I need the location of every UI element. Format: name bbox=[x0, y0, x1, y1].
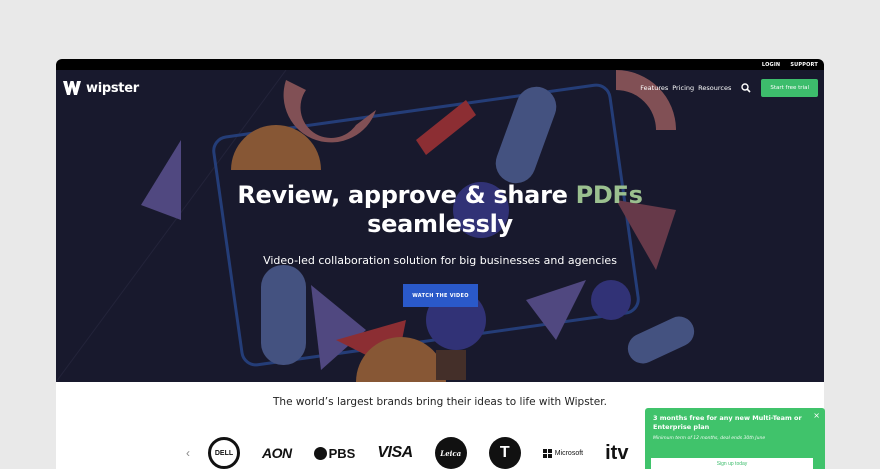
dell-logo: DELL bbox=[208, 437, 240, 469]
brand-name: wipster bbox=[86, 80, 139, 96]
pbs-logo: PBS bbox=[313, 445, 356, 461]
chevron-left-icon[interactable]: ‹ bbox=[186, 446, 190, 460]
t-logo: T bbox=[488, 437, 521, 469]
promo-note: Minimum term of 12 months, deal ends 30t… bbox=[653, 436, 766, 441]
headline-accent: PDFs bbox=[575, 181, 643, 209]
pbs-head-icon bbox=[313, 446, 327, 460]
headline-text: Review, approve & share bbox=[237, 181, 576, 209]
start-free-trial-button[interactable]: Start free trial bbox=[761, 79, 818, 97]
leica-logo: Leica bbox=[434, 437, 467, 469]
nav-link-pricing[interactable]: Pricing bbox=[672, 84, 694, 92]
sign-up-button[interactable]: Sign up today bbox=[651, 458, 813, 469]
visa-logo: VISA bbox=[377, 444, 413, 461]
brand-logo-carousel: ‹ DELL AON PBS VISA Leica T Microsoft it… bbox=[186, 435, 628, 469]
login-link[interactable]: LOGIN bbox=[762, 62, 780, 68]
utility-bar: LOGIN SUPPORT bbox=[56, 59, 824, 70]
brands-heading: The world’s largest brands bring their i… bbox=[273, 396, 607, 408]
hero-subheadline: Video-led collaboration solution for big… bbox=[263, 254, 617, 267]
microsoft-grid-icon bbox=[542, 448, 552, 458]
promo-popup: × 3 months free for any new Multi-Team o… bbox=[645, 408, 825, 469]
wipster-logo[interactable]: wipster bbox=[62, 79, 139, 97]
pbs-text: PBS bbox=[328, 445, 356, 461]
aon-logo: AON bbox=[262, 445, 292, 461]
support-link[interactable]: SUPPORT bbox=[790, 62, 818, 68]
nav-link-resources[interactable]: Resources bbox=[698, 84, 731, 92]
search-icon[interactable] bbox=[741, 83, 751, 93]
hero-headline: Review, approve & share PDFs seamlessly bbox=[56, 181, 824, 239]
nav-link-features[interactable]: Features bbox=[640, 84, 668, 92]
watch-video-button[interactable]: WATCH THE VIDEO bbox=[403, 284, 478, 307]
promo-title: 3 months free for any new Multi-Team or … bbox=[653, 414, 802, 431]
headline-text-line2: seamlessly bbox=[367, 210, 513, 238]
wipster-w-icon bbox=[63, 81, 81, 95]
microsoft-text: Microsoft bbox=[554, 449, 584, 457]
hero-section: wipster Features Pricing Resources Start… bbox=[56, 70, 824, 382]
microsoft-logo: Microsoft bbox=[542, 448, 584, 458]
main-nav: wipster Features Pricing Resources Start… bbox=[56, 70, 824, 106]
itv-logo: itv bbox=[605, 441, 629, 464]
close-icon[interactable]: × bbox=[813, 411, 820, 420]
